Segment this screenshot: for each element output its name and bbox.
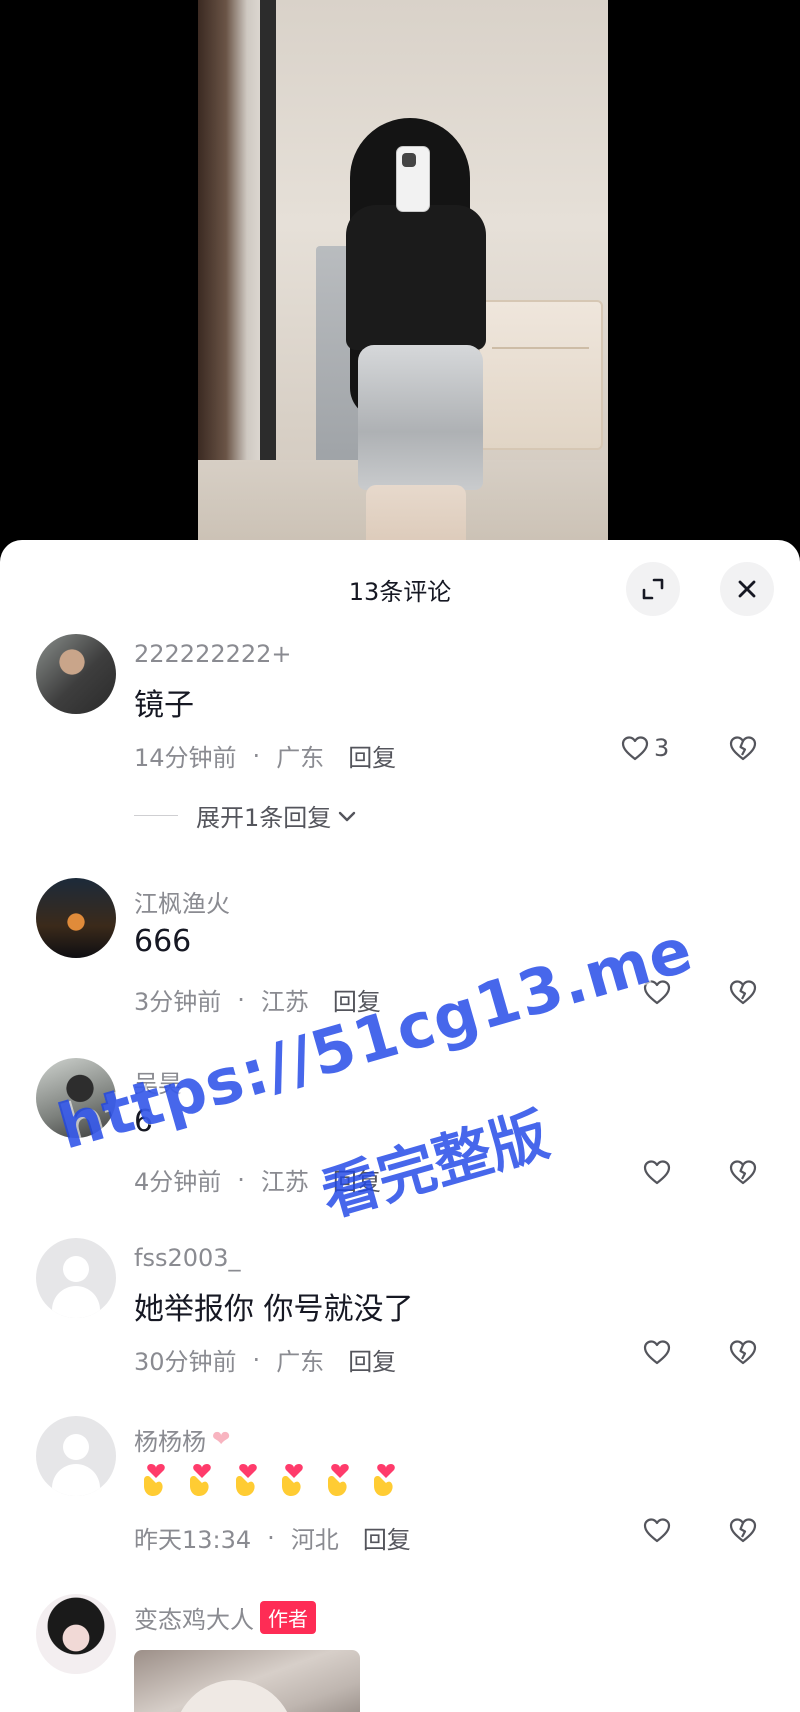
- finger-heart-emoji-icon: [318, 1460, 358, 1500]
- expand-replies-label: 展开1条回复: [196, 804, 332, 832]
- heart-outline-icon: [642, 978, 672, 1006]
- video-scene-door: [260, 0, 276, 520]
- reply-button[interactable]: 回复: [348, 738, 396, 773]
- dislike-button[interactable]: [728, 1516, 758, 1544]
- comment-username-row: 杨杨杨 ❤: [134, 1422, 230, 1457]
- comment-sheet-header: 13条评论: [0, 540, 800, 634]
- reply-button[interactable]: 回复: [348, 1342, 396, 1377]
- comment-username[interactable]: 江枫渔火: [134, 884, 230, 919]
- finger-heart-emoji-icon: [272, 1460, 312, 1500]
- like-count: 3: [654, 734, 670, 762]
- comment-time: 14分钟前: [134, 744, 237, 772]
- reply-button[interactable]: 回复: [363, 1520, 411, 1555]
- comment-location: 广东: [276, 1348, 325, 1376]
- meta-separator: ·: [252, 741, 261, 770]
- reply-button[interactable]: 回复: [333, 982, 381, 1017]
- like-button[interactable]: 3: [620, 734, 669, 762]
- finger-heart-emoji-icon: [134, 1460, 174, 1500]
- comment-location: 广东: [276, 744, 325, 772]
- video-player[interactable]: [0, 0, 800, 560]
- comment-location: 河北: [290, 1526, 339, 1554]
- finger-heart-emoji-icon: [226, 1460, 266, 1500]
- comment-username[interactable]: 吴昊: [134, 1064, 182, 1099]
- avatar[interactable]: [36, 1594, 116, 1674]
- divider: [134, 815, 178, 816]
- video-scene-phone: [396, 146, 430, 212]
- comment-meta: 14分钟前 · 广东 回复: [134, 738, 396, 773]
- default-avatar[interactable]: [36, 1416, 116, 1496]
- like-button[interactable]: [642, 1158, 672, 1186]
- comment-sheet: 13条评论 222222222+ 镜子 14分钟前 · 广东 回复 3 展开1条…: [0, 540, 800, 1712]
- comment-item: fss2003_ 她举报你 你号就没了 30分钟前 · 广东 回复: [0, 1238, 800, 1398]
- close-button[interactable]: [720, 562, 774, 616]
- comment-location: 江苏: [260, 988, 309, 1016]
- broken-heart-icon: [728, 1516, 758, 1544]
- comment-item: 变态鸡大人 作者: [0, 1594, 800, 1712]
- expand-replies-button[interactable]: 展开1条回复: [134, 798, 357, 833]
- comment-username-row: 变态鸡大人 作者: [134, 1600, 316, 1635]
- dislike-button[interactable]: [728, 1158, 758, 1186]
- pink-heart-emoji-icon: ❤: [212, 1427, 231, 1452]
- like-button[interactable]: [642, 1516, 672, 1544]
- close-icon: [735, 577, 759, 601]
- video-scene-person-top: [346, 205, 486, 350]
- comment-time: 30分钟前: [134, 1348, 237, 1376]
- chevron-down-icon: [337, 809, 357, 823]
- broken-heart-icon: [728, 734, 758, 762]
- comment-image[interactable]: [134, 1650, 360, 1712]
- comment-meta: 昨天13:34 · 河北 回复: [134, 1520, 411, 1555]
- comment-meta: 30分钟前 · 广东 回复: [134, 1342, 396, 1377]
- heart-outline-icon: [642, 1516, 672, 1544]
- comment-text: 6: [134, 1104, 154, 1139]
- comment-text: 她举报你 你号就没了: [134, 1292, 414, 1327]
- meta-separator: ·: [237, 985, 245, 1014]
- default-avatar[interactable]: [36, 1238, 116, 1318]
- author-badge: 作者: [260, 1601, 316, 1634]
- expand-icon: [640, 576, 666, 602]
- like-button[interactable]: [642, 978, 672, 1006]
- comment-item: 江枫渔火 666 3分钟前 · 江苏 回复: [0, 878, 800, 1038]
- comment-item: 222222222+ 镜子 14分钟前 · 广东 回复 3 展开1条回复: [0, 634, 800, 834]
- broken-heart-icon: [728, 1338, 758, 1366]
- comment-text: 镜子: [134, 688, 194, 723]
- comment-time: 昨天13:34: [134, 1526, 252, 1554]
- comment-location: 江苏: [260, 1168, 309, 1196]
- meta-separator: ·: [267, 1523, 275, 1552]
- avatar[interactable]: [36, 878, 116, 958]
- comment-time: 4分钟前: [134, 1168, 222, 1196]
- comment-username[interactable]: 222222222+: [134, 640, 292, 668]
- dislike-button[interactable]: [728, 978, 758, 1006]
- finger-heart-emoji-icon: [180, 1460, 220, 1500]
- comment-count-title: 13条评论: [348, 578, 452, 606]
- dislike-button[interactable]: [728, 1338, 758, 1366]
- like-button[interactable]: [642, 1338, 672, 1366]
- heart-outline-icon: [642, 1338, 672, 1366]
- comment-item: 杨杨杨 ❤ 昨天13:34 · 河北 回复: [0, 1416, 800, 1576]
- comment-time: 3分钟前: [134, 988, 222, 1016]
- video-scene-cabinet: [478, 300, 603, 450]
- comment-meta: 4分钟前 · 江苏 回复: [134, 1162, 381, 1197]
- heart-outline-icon: [642, 1158, 672, 1186]
- comment-username[interactable]: 变态鸡大人: [134, 1600, 254, 1635]
- heart-outline-icon: [620, 734, 650, 762]
- reply-button[interactable]: 回复: [333, 1162, 381, 1197]
- meta-separator: ·: [252, 1345, 261, 1374]
- comment-username[interactable]: fss2003_: [134, 1244, 241, 1272]
- video-scene-person-skirt: [358, 345, 483, 490]
- comment-username[interactable]: 杨杨杨: [134, 1422, 206, 1457]
- finger-heart-emoji-icon: [364, 1460, 404, 1500]
- meta-separator: ·: [237, 1165, 245, 1194]
- comment-text: 666: [134, 924, 192, 959]
- dislike-button[interactable]: [728, 734, 758, 762]
- expand-button[interactable]: [626, 562, 680, 616]
- comment-item: 吴昊 6 4分钟前 · 江苏 回复: [0, 1058, 800, 1218]
- avatar[interactable]: [36, 1058, 116, 1138]
- video-frame[interactable]: [198, 0, 608, 560]
- broken-heart-icon: [728, 978, 758, 1006]
- avatar[interactable]: [36, 634, 116, 714]
- comment-meta: 3分钟前 · 江苏 回复: [134, 982, 381, 1017]
- broken-heart-icon: [728, 1158, 758, 1186]
- comment-emoji-content: [134, 1460, 404, 1500]
